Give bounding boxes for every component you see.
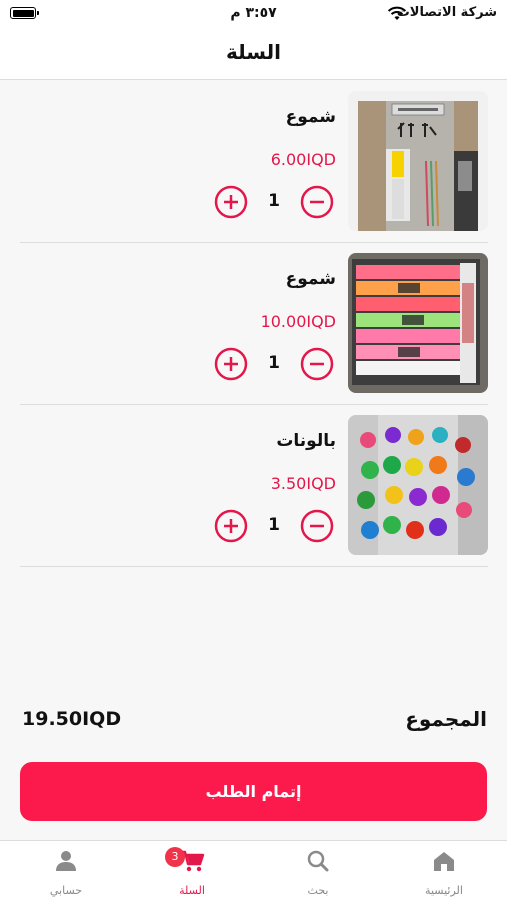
product-name[interactable]: شموع (286, 269, 336, 289)
home-icon (434, 852, 454, 871)
tab-label: الرئيسية (425, 884, 463, 897)
page-title: السلة (225, 40, 281, 64)
search-icon (307, 850, 329, 872)
product-name[interactable]: بالونات (276, 431, 336, 451)
cart-item: شموع 6.00IQD 1 (20, 80, 488, 243)
product-price: 3.50IQD (270, 474, 336, 493)
tab-label: السلة (179, 884, 205, 897)
tab-account[interactable]: حسابي (3, 841, 129, 901)
carrier-name: شركة الاتصالات (396, 5, 497, 20)
product-name[interactable]: شموع (286, 107, 336, 127)
page-header: السلة (0, 28, 507, 80)
quantity-value: 1 (268, 353, 280, 373)
user-icon (56, 851, 76, 871)
increase-quantity-button[interactable] (214, 185, 248, 219)
product-price: 6.00IQD (270, 150, 336, 169)
status-bar: ٣:٥٧ م شركة الاتصالات (0, 0, 507, 28)
quantity-value: 1 (268, 191, 280, 211)
cart-count-badge: 3 (165, 847, 185, 867)
total-label: المجموع (405, 707, 487, 731)
decrease-quantity-button[interactable] (300, 347, 334, 381)
tab-search[interactable]: بحث (255, 841, 381, 901)
increase-quantity-button[interactable] (214, 347, 248, 381)
tab-bar: الرئيسية بحث 3 السلة حسابي (0, 840, 507, 901)
quantity-value: 1 (268, 515, 280, 535)
checkout-button[interactable]: إتمام الطلب (20, 762, 487, 821)
tab-label: بحث (307, 884, 329, 897)
total-value: 19.50IQD (22, 708, 122, 730)
order-total: المجموع 19.50IQD (0, 700, 507, 740)
quantity-stepper: 1 (214, 185, 334, 219)
tab-label: حسابي (49, 884, 83, 897)
cart-item: بالونات 3.50IQD 1 (20, 404, 488, 567)
increase-quantity-button[interactable] (214, 509, 248, 543)
quantity-stepper: 1 (214, 509, 334, 543)
product-image[interactable] (348, 253, 488, 393)
quantity-stepper: 1 (214, 347, 334, 381)
decrease-quantity-button[interactable] (300, 509, 334, 543)
decrease-quantity-button[interactable] (300, 185, 334, 219)
tab-home[interactable]: الرئيسية (381, 841, 507, 901)
product-image[interactable] (348, 91, 488, 231)
tab-cart[interactable]: 3 السلة (129, 841, 255, 901)
product-price: 10.00IQD (260, 312, 336, 331)
product-image[interactable] (348, 415, 488, 555)
cart-item: شموع 10.00IQD 1 (20, 242, 488, 405)
